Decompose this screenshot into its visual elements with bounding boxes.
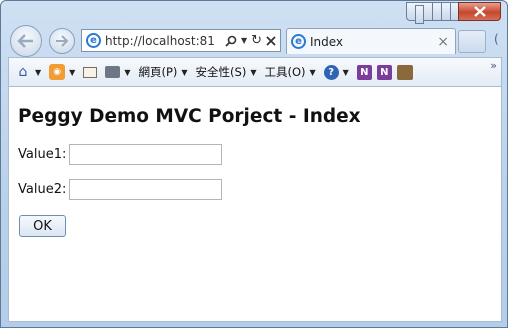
refresh-icon[interactable]: ↻ (251, 33, 262, 48)
home-icon: ⌂ (18, 64, 28, 80)
value2-input[interactable] (69, 179, 223, 200)
home-button[interactable]: ⌂ ▼ (15, 64, 42, 80)
tab-close-icon[interactable]: × (437, 34, 455, 50)
value2-label: Value2: (18, 182, 67, 197)
value1-input[interactable] (69, 144, 223, 165)
research-button[interactable] (396, 64, 413, 80)
value2-row: Value2: (18, 179, 223, 200)
back-button[interactable] (10, 25, 42, 57)
tab-favicon-icon: e (291, 34, 306, 49)
window-controls (406, 2, 501, 24)
chevron-down-icon: ▼ (181, 67, 188, 77)
ie-favicon-icon: e (86, 33, 101, 48)
tab-scroll-icon[interactable]: ( (494, 32, 499, 46)
forward-button[interactable] (49, 28, 75, 54)
rss-feed-icon: ◉ (49, 64, 66, 80)
chevron-down-icon: ▼ (35, 67, 42, 77)
print-button[interactable]: ▼ (105, 66, 130, 78)
safety-menu-label: 安全性(S) (195, 65, 247, 79)
address-bar-icons: ▼ ↻ (225, 33, 280, 48)
chevron-down-icon: ▼ (342, 67, 349, 77)
close-button[interactable] (458, 2, 501, 21)
value1-label: Value1: (18, 147, 67, 162)
command-bar: ⌂ ▼ ◉ ▼ ▼ 網頁(P) ▼ 安全性(S) ▼ 工具(O) ▼ ? ▼ N N (8, 57, 502, 86)
onenote-icon: N (356, 64, 372, 80)
onenote-button[interactable]: N (356, 64, 372, 80)
print-icon (105, 66, 121, 78)
help-button[interactable]: ? ▼ (323, 64, 349, 80)
page-menu-label: 網頁(P) (138, 65, 178, 79)
mail-icon (83, 66, 98, 78)
feeds-button[interactable]: ◉ ▼ (49, 64, 75, 80)
search-icon[interactable] (225, 35, 237, 47)
address-bar[interactable]: e http://localhost:81 ▼ ↻ (81, 29, 281, 52)
tools-menu[interactable]: 工具(O) ▼ (264, 64, 315, 80)
chevron-down-icon: ▼ (69, 67, 76, 77)
arrow-right-icon (56, 35, 69, 47)
close-icon (473, 6, 486, 17)
dropdown-caret-icon[interactable]: ▼ (241, 36, 247, 45)
onenote-linked-button[interactable]: N (376, 64, 392, 80)
page-title: Peggy Demo MVC Porject - Index (18, 106, 361, 127)
chevron-down-icon: ▼ (309, 67, 316, 77)
tools-menu-label: 工具(O) (264, 65, 306, 79)
help-icon: ? (323, 64, 339, 80)
page-menu[interactable]: 網頁(P) ▼ (138, 64, 187, 80)
new-tab-button[interactable] (458, 30, 486, 53)
value1-row: Value1: (18, 144, 223, 165)
maximize-button[interactable] (432, 2, 458, 21)
more-commands-icon[interactable]: » (490, 59, 497, 72)
mail-button[interactable] (83, 66, 98, 78)
tab-index[interactable]: e Index × (286, 28, 456, 54)
minimize-icon (415, 5, 424, 24)
arrow-left-icon (17, 34, 33, 48)
maximize-icon (440, 2, 451, 21)
research-icon (396, 64, 413, 80)
onenote-linked-icon: N (376, 64, 392, 80)
chevron-down-icon: ▼ (250, 67, 257, 77)
stop-icon[interactable] (266, 35, 276, 46)
minimize-button[interactable] (406, 2, 432, 24)
address-url[interactable]: http://localhost:81 (105, 34, 225, 48)
tab-title: Index (310, 34, 344, 49)
ok-button[interactable]: OK (19, 215, 66, 237)
page-content: Peggy Demo MVC Porject - Index Value1: V… (8, 86, 502, 322)
browser-window: e http://localhost:81 ▼ ↻ e Index × ( ⌂ ▼… (0, 0, 508, 328)
safety-menu[interactable]: 安全性(S) ▼ (196, 64, 257, 80)
chevron-down-icon: ▼ (124, 67, 131, 77)
